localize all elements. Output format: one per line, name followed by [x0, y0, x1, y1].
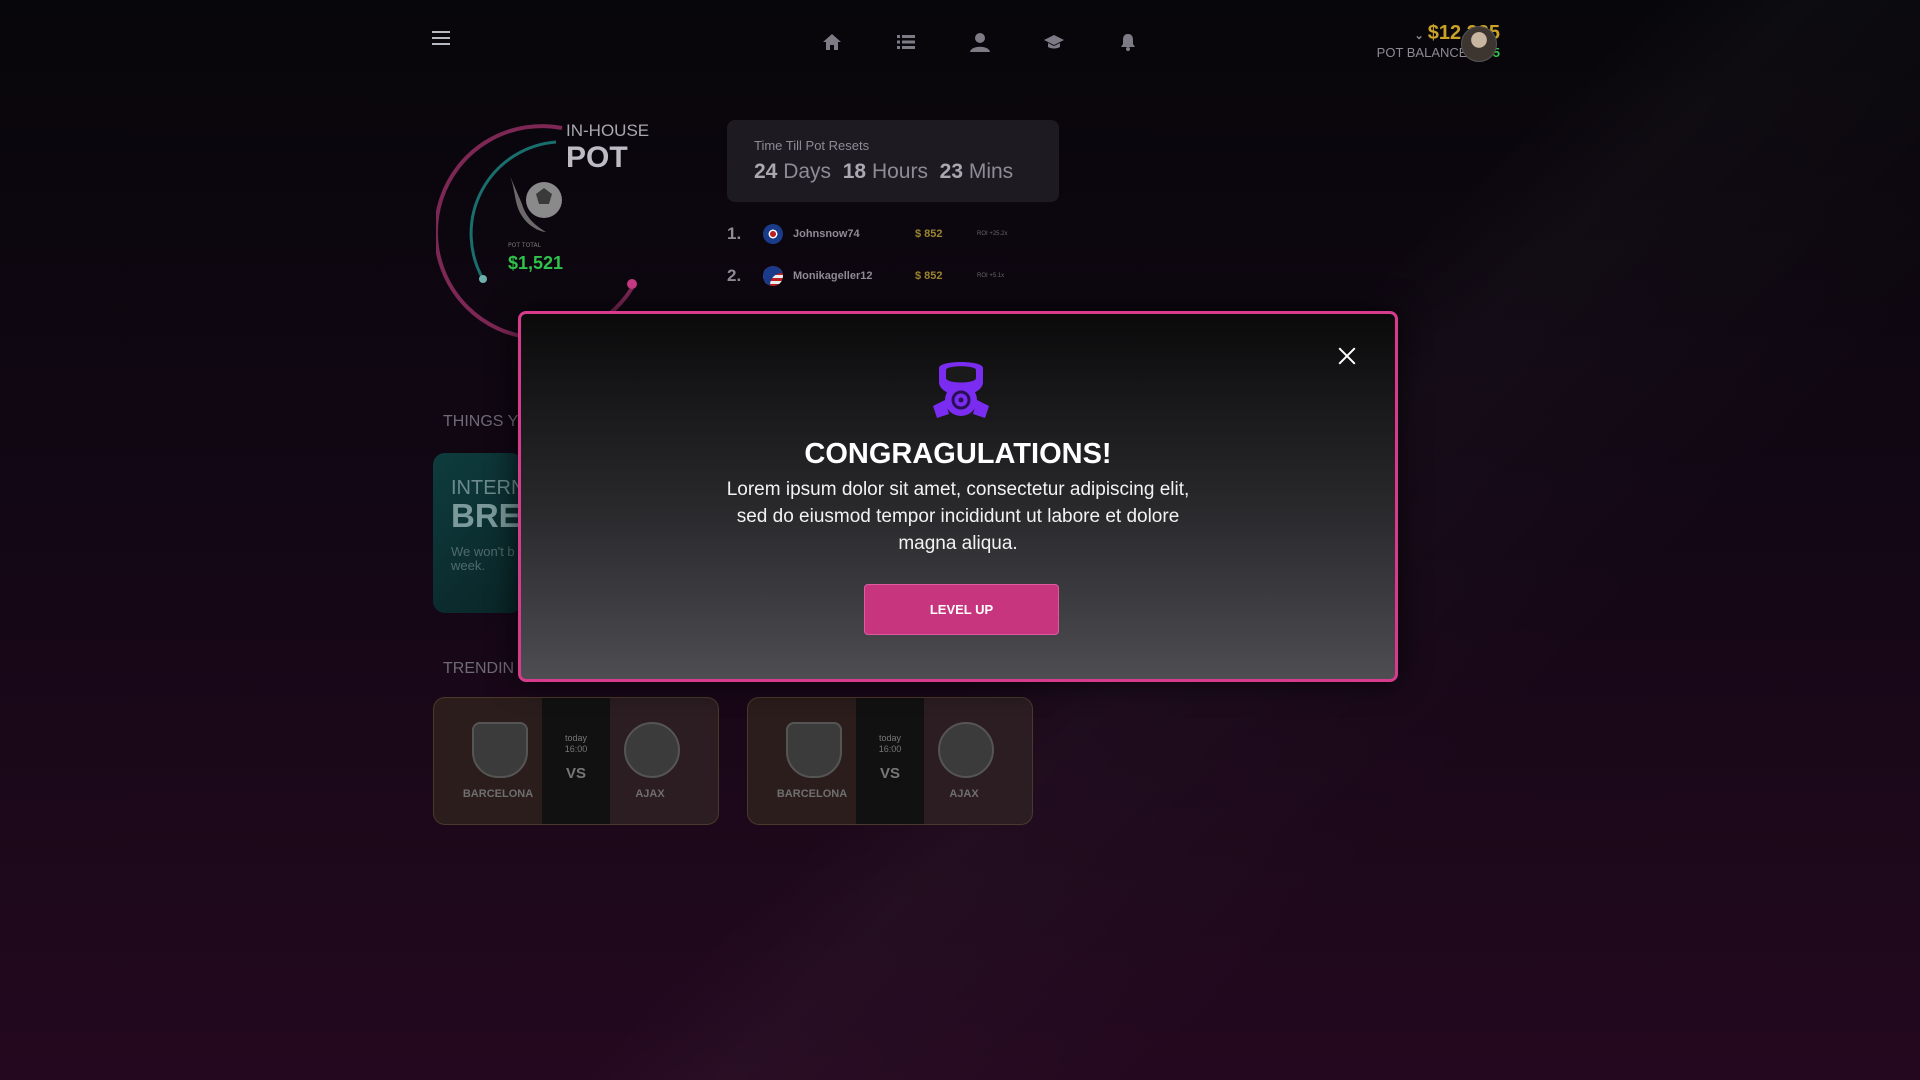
us-flag-icon — [763, 266, 783, 286]
promo-card-body: We won't b a lot of gam next week. — [451, 544, 523, 573]
away-team-name: AJAX — [635, 788, 665, 800]
top-nav — [795, 28, 1165, 56]
ajax-crest-icon — [938, 722, 994, 778]
leaderboard-name: Monikageller12 — [793, 270, 873, 282]
pot-balance-label: POT BALANCE — [1376, 45, 1468, 60]
home-team-name: BARCELONA — [462, 788, 534, 800]
things-section-title: THINGS Y — [443, 413, 519, 430]
hamburger-menu-icon[interactable] — [432, 31, 450, 45]
match-vs: VS — [565, 765, 586, 782]
timer-hours-unit: Hours — [871, 160, 928, 183]
match-day: today — [564, 733, 588, 743]
timer-title: Time Till Pot Resets — [754, 138, 870, 153]
home-icon[interactable] — [795, 28, 869, 56]
match-card[interactable]: BARCELONA today 16:00 VS AJAX — [747, 697, 1033, 825]
match-time: 16:00 — [878, 744, 902, 754]
leaderboard-amount: $ 852 — [915, 270, 943, 282]
uk-flag-icon — [763, 224, 783, 244]
match-day: today — [878, 733, 902, 743]
pot-reset-timer: Time Till Pot Resets 24 Days 18 Hours 23… — [727, 120, 1059, 202]
pot-total-label: POT TOTAL — [508, 242, 541, 249]
gas-mask-icon — [933, 362, 989, 418]
leaderboard-row[interactable]: 2. Monikageller12 $ 852 ROI +5.1x — [727, 266, 1004, 286]
pot-label-large: POT — [566, 141, 628, 174]
timer-mins-unit: Mins — [968, 160, 1014, 183]
congratulations-modal: CONGRAGULATIONS! Lorem ipsum dolor sit a… — [518, 311, 1398, 682]
timer-days: 24 — [754, 160, 778, 183]
barcelona-crest-icon — [472, 722, 528, 778]
leaderboard-row[interactable]: 1. Johnsnow74 $ 852 ROI +25.2x — [727, 224, 1008, 244]
match-card[interactable]: BARCELONA today 16:00 VS AJAX — [433, 697, 719, 825]
leaderboard-name: Johnsnow74 — [793, 228, 860, 240]
promo-card[interactable]: INTERN BRE We won't b a lot of gam next … — [433, 453, 523, 613]
chevron-down-icon[interactable]: ⌄ — [1414, 30, 1423, 42]
match-vs: VS — [879, 765, 900, 782]
graduation-cap-icon[interactable] — [1017, 28, 1091, 56]
home-team-name: BARCELONA — [776, 788, 848, 800]
leaderboard-rank: 1. — [727, 224, 742, 243]
away-team-name: AJAX — [949, 788, 979, 800]
promo-card-line2: BRE — [451, 497, 521, 534]
avatar[interactable] — [1461, 26, 1497, 62]
leaderboard-amount: $ 852 — [915, 228, 943, 240]
leaderboard-roi: ROI +5.1x — [977, 273, 1005, 279]
timer-days-unit: Days — [783, 160, 832, 183]
modal-body: Lorem ipsum dolor sit amet, consectetur … — [726, 479, 1190, 554]
timer-mins: 23 — [939, 160, 963, 183]
pot-label-small: IN-HOUSE — [566, 121, 650, 140]
soccer-ball-logo-icon — [510, 176, 562, 232]
level-up-button[interactable]: LEVEL UP — [864, 584, 1059, 635]
barcelona-crest-icon — [786, 722, 842, 778]
list-icon[interactable] — [869, 28, 943, 56]
trending-section-title: TRENDIN — [443, 660, 515, 677]
timer-hours: 18 — [842, 160, 867, 183]
ajax-crest-icon — [624, 722, 680, 778]
leaderboard-rank: 2. — [727, 266, 742, 285]
pot-total-value: $1,521 — [508, 253, 564, 273]
bell-icon[interactable] — [1091, 28, 1165, 56]
modal-title: CONGRAGULATIONS! — [804, 438, 1112, 470]
user-icon[interactable] — [943, 28, 1017, 56]
match-time: 16:00 — [564, 744, 588, 754]
close-icon[interactable] — [1335, 344, 1359, 368]
leaderboard-roi: ROI +25.2x — [977, 231, 1008, 237]
